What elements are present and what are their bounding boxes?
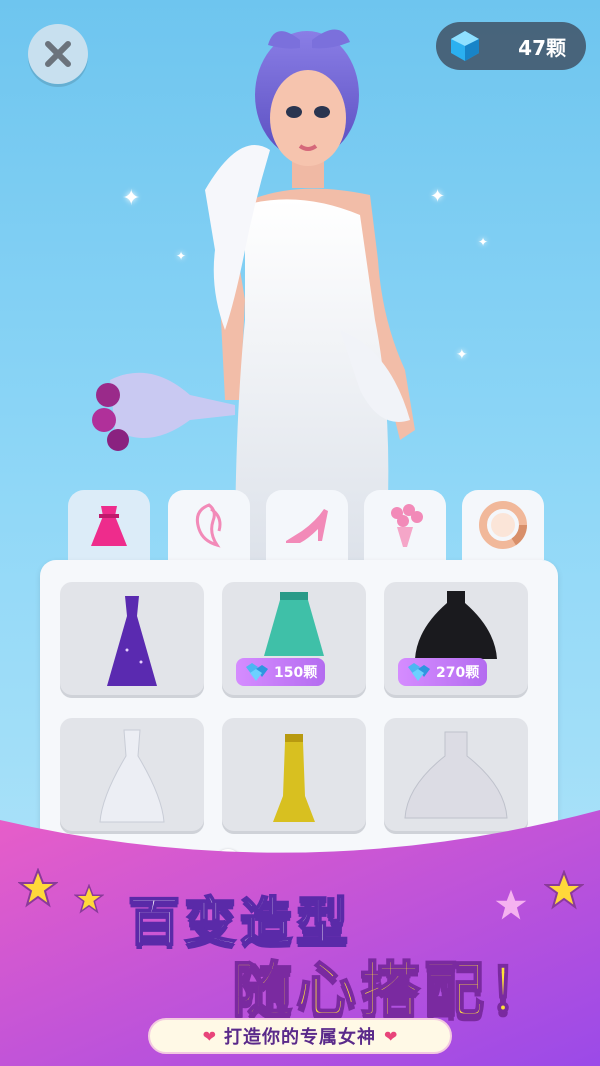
sparkle-icon: ✦: [478, 235, 489, 249]
gem-pile-icon: [246, 663, 268, 681]
dress-icon: [91, 506, 127, 546]
tab-shoes[interactable]: [266, 490, 348, 560]
price-tag: 270颗: [398, 658, 488, 686]
price-label: 150颗: [274, 665, 318, 681]
purple-gown-icon: [107, 596, 157, 686]
category-tabs: [60, 490, 550, 565]
star-icon: [18, 868, 58, 908]
star-icon: [544, 870, 584, 910]
bouquet-icon: [391, 504, 423, 547]
price-label: 270颗: [436, 665, 480, 681]
sparkle-icon: ✦: [122, 186, 141, 211]
heart-icon: ❤: [202, 1026, 216, 1046]
item-card[interactable]: 270颗: [384, 582, 528, 698]
close-button[interactable]: [28, 24, 88, 84]
star-icon: [495, 889, 527, 920]
heart-icon: ❤: [384, 1026, 398, 1046]
star-icon: [74, 884, 104, 914]
tab-hair[interactable]: [168, 490, 250, 560]
close-icon: [45, 41, 71, 67]
black-gown-icon: [415, 591, 497, 659]
skin-tone-icon: [479, 501, 527, 549]
sparkle-icon: ✦: [430, 186, 446, 207]
tab-bouquet[interactable]: [364, 490, 446, 560]
price-tag: 150颗: [236, 658, 326, 686]
promo-subheadline: 随心搭配！: [231, 955, 552, 1027]
hair-icon: [195, 503, 222, 548]
teal-skirt-icon: [264, 592, 324, 656]
gem-counter: 47颗: [436, 22, 586, 70]
item-card[interactable]: 150颗: [222, 582, 366, 698]
sparkle-icon: ✦: [176, 249, 187, 263]
ribbon-text: 打造你的专属女神: [224, 1027, 376, 1048]
item-card[interactable]: [60, 582, 204, 698]
promo-ribbon: ❤ 打造你的专属女神 ❤: [148, 1018, 452, 1054]
tab-skin[interactable]: [462, 490, 544, 560]
gem-count: 47颗: [518, 35, 566, 60]
high-heel-icon: [286, 509, 328, 543]
blue-gem-icon: [451, 31, 479, 61]
sparkle-icon: ✦: [456, 347, 468, 363]
gem-pile-icon: [408, 663, 430, 681]
tab-dress[interactable]: [68, 490, 150, 562]
